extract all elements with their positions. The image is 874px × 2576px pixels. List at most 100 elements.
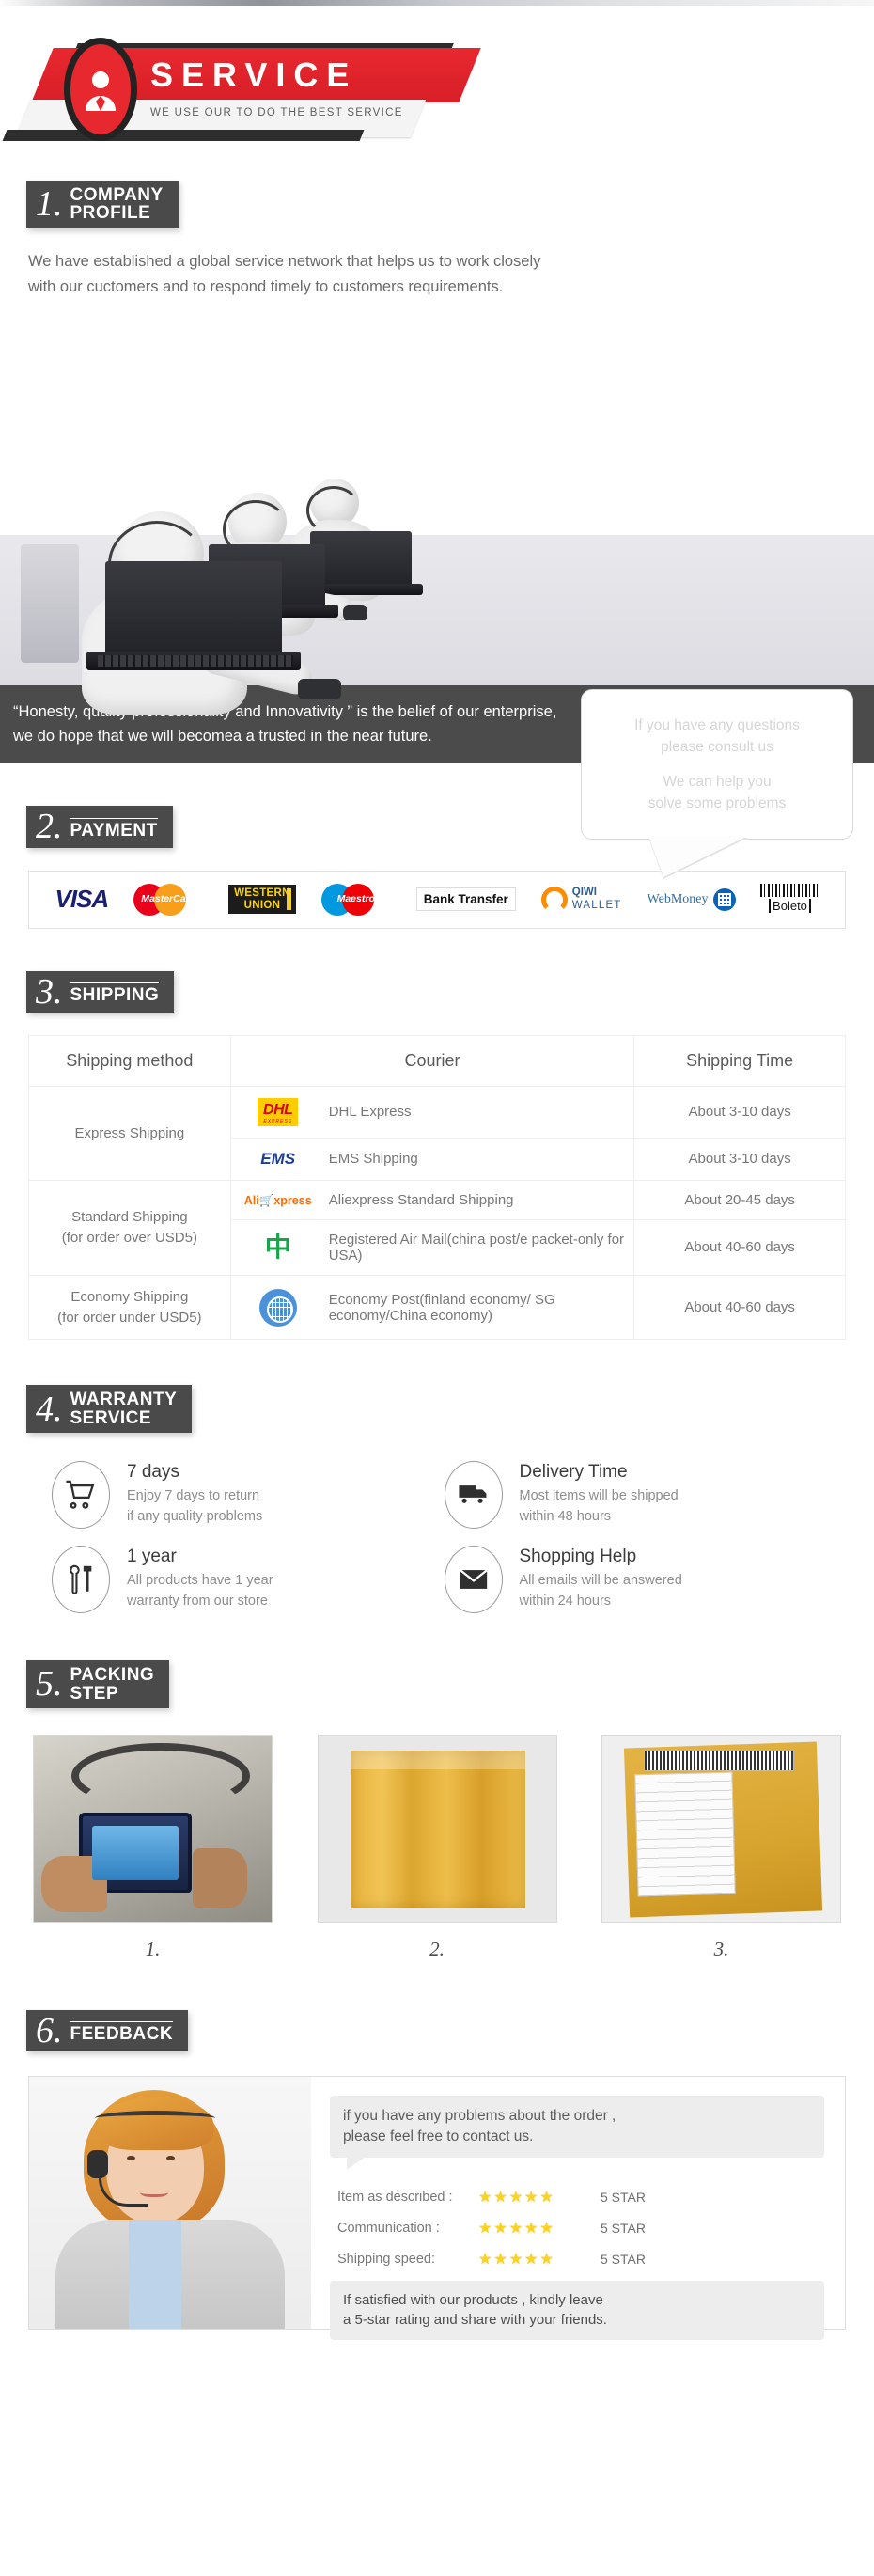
warranty-item-delivery-time: Delivery Time Most items will be shipped…	[444, 1461, 837, 1530]
warranty-item-shopping-help: Shopping Help All emails will be answere…	[444, 1546, 837, 1614]
section-label-line2: SERVICE	[70, 1407, 152, 1428]
qiwi-line1: QIWI	[571, 887, 597, 899]
webmoney-logo: WebMoney	[647, 887, 736, 911]
qiwi-wallet-logo: QIWI WALLET	[540, 886, 622, 913]
tools-icon	[52, 1546, 110, 1614]
method-sublabel: (for order under USD5)	[57, 1309, 202, 1326]
bank-transfer-logo: Bank Transfer	[415, 887, 516, 912]
profile-paragraph-line1: We have established a global service net…	[28, 252, 541, 270]
packing-heading: 5. PACKING STEP	[26, 1660, 170, 1708]
visa-logo: VISA	[55, 885, 109, 914]
courier-label: Aliexpress Standard Shipping	[328, 1191, 514, 1208]
western-union-logo: WESTERN UNION	[228, 884, 296, 915]
cell-courier-dhl: DHL EXPRESS DHL Express	[229, 1085, 635, 1139]
section-number: 4.	[36, 1389, 63, 1429]
company-profile-paragraph: We have established a global service net…	[28, 249, 846, 300]
section-warranty-service: 4. WARRANTY SERVICE 7 days Enjoy 7 days …	[0, 1385, 874, 1614]
profile-paragraph-line2: with our cuctomers and to respond timely…	[28, 277, 504, 295]
packing-step-2: 2.	[317, 1734, 557, 1961]
warranty-items-grid: 7 days Enjoy 7 days to return if any qua…	[52, 1461, 837, 1614]
western-union-line1: WESTERN	[234, 887, 290, 899]
boleto-label: Boleto	[769, 899, 811, 914]
packing-step-caption: 2.	[429, 1937, 445, 1960]
cell-method-standard: Standard Shipping (for order over USD5)	[28, 1179, 231, 1276]
ems-logo: EMS	[260, 1149, 296, 1168]
bubble-line1: If you have any questions	[634, 716, 800, 733]
section-number: 6.	[36, 2010, 63, 2050]
cell-courier-ems: EMS EMS Shipping	[229, 1137, 635, 1181]
cell-courier-china-post: 中 Registered Air Mail(china post/e packe…	[229, 1218, 635, 1276]
rating-value: 5 STAR	[601, 2220, 646, 2236]
warranty-item-one-year: 1 year All products have 1 year warranty…	[52, 1546, 445, 1614]
warranty-desc-line1: All emails will be answered	[519, 1573, 682, 1589]
packing-steps-row: 1. 2. 3.	[33, 1734, 841, 1961]
warranty-title: 1 year	[127, 1547, 177, 1567]
feedback-content: if you have any problems about the order…	[311, 2077, 845, 2341]
section-number: 5.	[36, 1664, 63, 1704]
section-label: COMPANY PROFILE	[70, 186, 164, 223]
section-label-line1: COMPANY	[70, 185, 164, 205]
feedback-note-line1: If satisfied with our products , kindly …	[343, 2291, 603, 2308]
warranty-heading: 4. WARRANTY SERVICE	[26, 1385, 193, 1434]
column-header-time: Shipping Time	[633, 1034, 846, 1087]
section-shipping: 3. SHIPPING Shipping method Courier Ship…	[0, 970, 874, 1341]
section-number: 1.	[36, 184, 63, 225]
mastercard-logo: MasterCard	[133, 883, 203, 916]
call-center-illustration: If you have any questions please consult…	[0, 309, 874, 878]
cell-time-china-post: About 40-60 days	[633, 1218, 846, 1276]
company-profile-heading: 1. COMPANY PROFILE	[26, 181, 179, 228]
aliexpress-logo: Ali🛒xpress	[243, 1193, 312, 1207]
cell-courier-aliexpress: Ali🛒xpress Aliexpress Standard Shipping	[229, 1179, 635, 1220]
column-header-courier: Courier	[229, 1034, 635, 1087]
feedback-contact-bubble: if you have any problems about the order…	[330, 2096, 824, 2171]
section-label: PAYMENT	[70, 817, 158, 840]
star-rating-icon: ★★★★★	[478, 2189, 555, 2206]
method-label: Economy Shipping	[70, 1288, 189, 1305]
feedback-request-note: If satisfied with our products , kindly …	[330, 2280, 824, 2341]
section-number: 3.	[36, 971, 63, 1012]
laptop-screen-front	[105, 561, 282, 652]
packing-step-1: 1.	[33, 1734, 273, 1961]
table-header-row: Shipping method Courier Shipping Time	[28, 1034, 846, 1087]
china-post-logo: 中	[264, 1232, 291, 1262]
yellow-bubble-envelope-photo	[317, 1734, 557, 1923]
rating-label: Communication :	[337, 2220, 440, 2236]
person-avatar-icon	[64, 38, 137, 141]
envelope-icon	[444, 1546, 503, 1614]
banner-subtitle: WE USE OUR TO DO THE BEST SERVICE	[150, 107, 403, 118]
feedback-note-line2: a 5-star rating and share with your frie…	[343, 2312, 607, 2329]
webmoney-label: WebMoney	[647, 891, 709, 906]
table-row: Standard Shipping (for order over USD5) …	[28, 1179, 846, 1276]
laptop-screen-back	[310, 531, 412, 585]
bubble-line2: please consult us	[661, 738, 773, 755]
cell-time-ems: About 3-10 days	[633, 1137, 846, 1181]
section-label: SHIPPING	[70, 982, 160, 1004]
packing-step-caption: 1.	[145, 1937, 161, 1960]
rating-value: 5 STAR	[601, 2189, 646, 2205]
method-label: Express Shipping	[74, 1124, 185, 1141]
dhl-logo: DHL EXPRESS	[241, 1097, 316, 1126]
table-row: Express Shipping DHL EXPRESS DHL Express …	[28, 1085, 846, 1181]
warranty-desc-line2: if any quality problems	[127, 1509, 263, 1525]
service-banner: SERVICE WE USE OUR TO DO THE BEST SERVIC…	[0, 24, 874, 154]
section-label-line1: WARRANTY	[70, 1390, 178, 1410]
courier-label: Economy Post(finland economy/ SG economy…	[328, 1291, 555, 1324]
courier-label: Registered Air Mail(china post/e packet-…	[328, 1231, 625, 1264]
cell-method-economy: Economy Shipping (for order under USD5)	[28, 1274, 231, 1341]
warranty-title: 7 days	[127, 1462, 179, 1483]
section-company-profile: 1. COMPANY PROFILE We have established a…	[0, 181, 874, 878]
rating-row-communication: Communication : ★★★★★ 5 STAR	[337, 2219, 824, 2238]
cell-time-dhl: About 3-10 days	[633, 1085, 846, 1139]
warranty-item-returns: 7 days Enjoy 7 days to return if any qua…	[52, 1461, 445, 1530]
packing-step-3: 3.	[601, 1734, 841, 1961]
warranty-desc-line2: within 24 hours	[519, 1594, 612, 1610]
product-held-in-hands-photo	[33, 1734, 273, 1923]
maestro-label: Maestro	[336, 892, 375, 904]
warranty-desc-line1: Enjoy 7 days to return	[127, 1488, 260, 1504]
warranty-title: Shopping Help	[519, 1547, 637, 1567]
feedback-heading: 6. FEEDBACK	[26, 2009, 189, 2052]
feedback-bubble-line2: please feel free to contact us.	[343, 2128, 534, 2144]
rating-label: Shipping speed:	[337, 2251, 435, 2267]
section-label-line1: PACKING	[70, 1665, 155, 1686]
column-header-method: Shipping method	[28, 1034, 231, 1087]
